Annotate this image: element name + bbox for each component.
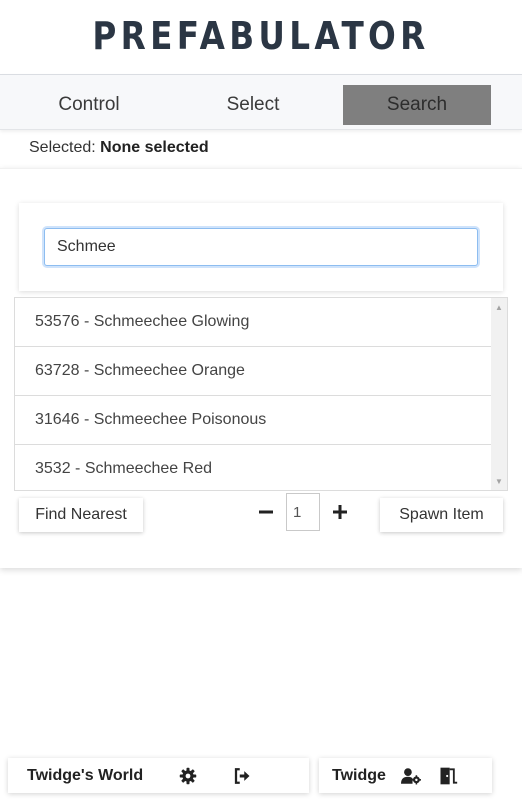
result-list: 53576 - Schmeechee Glowing 63728 - Schme… [14,297,508,491]
world-bar: Twidge's World [8,758,309,793]
door-exit-icon[interactable] [438,766,458,786]
scroll-down-icon[interactable]: ▼ [491,474,507,488]
user-cog-icon[interactable] [401,766,421,786]
find-nearest-button[interactable]: Find Nearest [19,498,143,532]
list-item[interactable]: 31646 - Schmeechee Poisonous [15,396,492,445]
spawn-item-button[interactable]: Spawn Item [380,498,503,532]
search-input[interactable] [44,228,478,266]
plus-icon[interactable] [329,500,351,524]
scroll-up-icon[interactable]: ▲ [491,300,507,314]
selection-label: Selected: [29,139,96,156]
tab-search[interactable]: Search [343,85,491,125]
app-title: PREFABULATOR [92,14,430,58]
tab-select[interactable]: Select [186,85,320,125]
list-item[interactable]: 53576 - Schmeechee Glowing [15,298,492,347]
world-name: Twidge's World [27,766,144,784]
gear-icon[interactable] [178,766,198,786]
user-bar: Twidge [319,758,492,793]
minus-icon[interactable] [255,500,277,524]
user-name: Twidge [332,766,386,784]
selection-value: None selected [100,139,209,156]
list-item[interactable]: 3532 - Schmeechee Red [15,445,492,490]
tab-bar: Control Select Search [0,74,522,130]
result-scrollbar[interactable]: ▲ ▼ [491,298,507,490]
list-item[interactable]: 63728 - Schmeechee Orange [15,347,492,396]
selection-status: Selected: None selected [29,139,209,157]
tab-control[interactable]: Control [22,85,156,125]
sign-out-icon[interactable] [232,766,252,786]
quantity-input[interactable] [286,493,320,531]
